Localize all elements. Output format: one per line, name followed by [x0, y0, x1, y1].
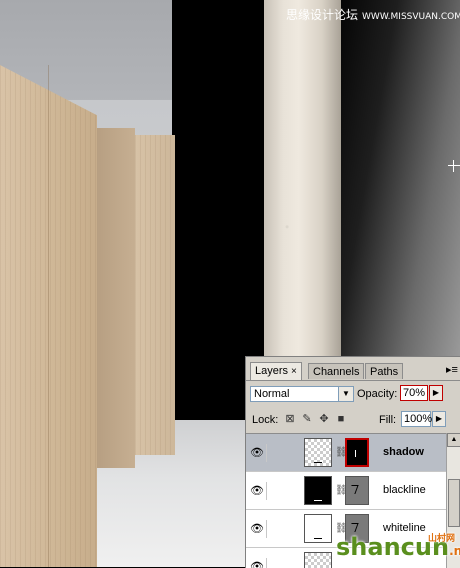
layer-mask-thumbnail[interactable]	[345, 438, 369, 467]
layer-thumbnail	[304, 552, 332, 568]
eye-icon[interactable]: 👁	[248, 444, 267, 462]
blend-mode-value: Normal	[254, 388, 290, 400]
tab-paths-label: Paths	[370, 366, 399, 378]
watermark-top: 思缘设计论坛 WWW.MISSVUAN.COM	[286, 6, 460, 23]
layer-name: blackline	[383, 484, 426, 496]
fill-label: Fill:	[379, 414, 397, 426]
tab-paths[interactable]: Paths	[365, 363, 404, 379]
opacity-value: 70%	[403, 387, 426, 399]
opacity-input[interactable]: 70%	[400, 385, 428, 401]
light-glow	[330, 0, 460, 360]
lock-transparency-icon[interactable]: ⊠	[284, 413, 296, 425]
watermark-top-url: WWW.MISSVUAN.COM	[362, 12, 460, 22]
fill-slider-arrow-icon[interactable]: ▶	[432, 411, 446, 427]
watermark-top-text: 思缘设计论坛	[286, 8, 359, 22]
layer-mask-thumbnail[interactable]	[345, 476, 369, 505]
wood-seam	[48, 65, 49, 567]
watermark-bottom-suffix: .net	[449, 544, 460, 558]
layer-row-shadow[interactable]: 👁 ⛓ shadow	[246, 434, 446, 472]
watermark-bottom: shancun.net 山村网	[336, 533, 460, 561]
layer-thumbnail	[304, 476, 332, 505]
wood-panel-side	[97, 128, 135, 468]
watermark-bottom-cn: 山村网	[428, 534, 456, 544]
blend-mode-select[interactable]: Normal ▼	[250, 386, 354, 402]
lock-all-icon[interactable]: ■	[335, 413, 347, 425]
tab-layers[interactable]: Layers ×	[250, 362, 302, 380]
tab-layers-label: Layers	[255, 365, 289, 377]
tab-channels[interactable]: Channels	[308, 363, 365, 379]
wood-panel-back	[135, 135, 175, 455]
tab-channels-label: Channels	[313, 366, 360, 378]
fill-value: 100%	[404, 413, 433, 425]
opacity-slider-arrow-icon[interactable]: ▶	[429, 385, 443, 401]
blend-opacity-row: Normal ▼ Opacity: 70% ▶	[246, 384, 460, 406]
layer-row-blackline[interactable]: 👁 ⛓ blackline	[246, 472, 446, 510]
layer-thumbnail	[304, 514, 332, 543]
close-icon[interactable]: ×	[291, 366, 297, 377]
lock-brush-icon[interactable]: ✎	[301, 413, 313, 425]
panel-menu-icon[interactable]: ▸≡	[446, 365, 458, 377]
crosshair-cursor-icon	[448, 160, 460, 172]
fill-input[interactable]: 100%	[401, 411, 433, 427]
tab-divider	[246, 380, 460, 381]
chevron-down-icon[interactable]: ▼	[338, 387, 353, 401]
lock-move-icon[interactable]: ✥	[318, 413, 330, 425]
lock-fill-row: Lock: ⊠ ✎ ✥ ■ Fill: 100% ▶	[246, 410, 460, 432]
opacity-label: Opacity:	[357, 388, 398, 400]
scroll-up-arrow-icon[interactable]: ▲	[447, 433, 460, 447]
layer-name: shadow	[383, 446, 424, 458]
layer-thumbnail	[304, 438, 332, 467]
eye-icon[interactable]: 👁	[248, 520, 267, 538]
panel-tabs: Layers × Channels Paths	[246, 362, 460, 381]
eye-icon[interactable]: 👁	[248, 482, 267, 500]
lock-label: Lock:	[252, 414, 279, 426]
scrollbar-thumb[interactable]	[448, 479, 460, 527]
